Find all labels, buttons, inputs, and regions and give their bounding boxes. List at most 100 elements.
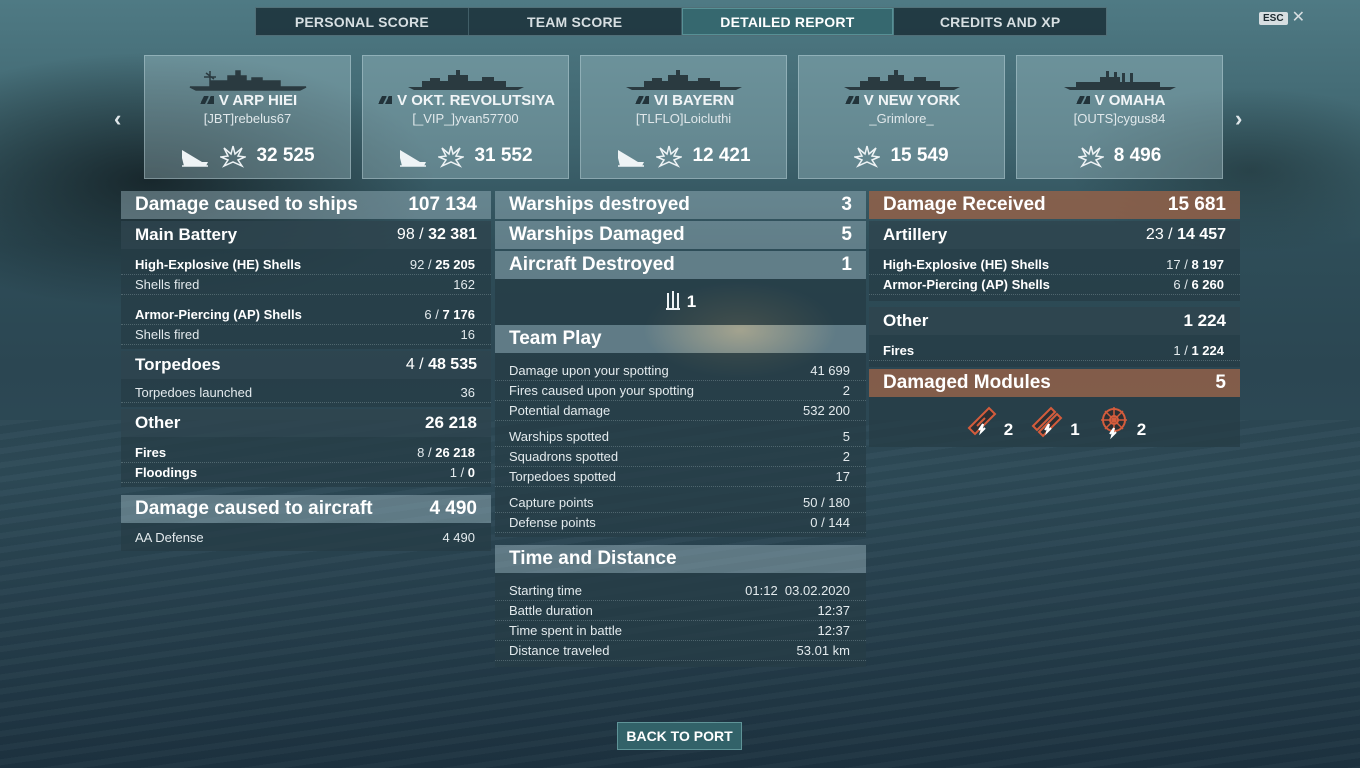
sunk-ship-icon <box>182 150 209 167</box>
player-name: [OUTS]cygus84 <box>1073 111 1166 126</box>
artillery-block: High-Explosive (HE) Shells 17 / 8 197 Arm… <box>869 249 1240 301</box>
section-title: Damage caused to aircraft <box>135 498 373 519</box>
team-play-header: Team Play <box>495 325 866 353</box>
aircraft-block: AA Defense 4 490 <box>121 523 491 551</box>
stat-row: AA Defense 4 490 <box>135 529 475 545</box>
stat-row: Defense points 0 / 144 <box>495 513 866 533</box>
aircraft-destroyed-icons: 1 <box>495 279 866 325</box>
team-play-block: Damage upon your spotting 41 699 Fires ca… <box>495 353 866 537</box>
section-total: 107 134 <box>408 194 477 215</box>
sunk-ship-icon <box>618 150 645 167</box>
cruiser-silhouette-icon <box>1063 71 1176 90</box>
section-total: 4 490 <box>429 498 477 519</box>
ship-class-icon <box>842 96 859 104</box>
player-name: _Grimlore_ <box>869 111 934 126</box>
module-item: 2 <box>963 404 1013 440</box>
battleship-silhouette-icon <box>407 70 524 90</box>
battleship-silhouette-icon <box>625 70 742 90</box>
esc-key-badge[interactable]: ESC <box>1259 11 1288 25</box>
section-title: Torpedoes <box>135 355 221 374</box>
aircraft-count: 1 <box>686 292 697 311</box>
ship-score: 8 496 <box>1113 145 1162 166</box>
ship-card[interactable]: VI BAYERN [TLFLO]Loicluthi 12 421 <box>580 55 787 179</box>
stat-row: Torpedoes launched 36 <box>121 383 491 403</box>
chevron-left-icon[interactable]: ‹ <box>114 106 121 132</box>
stat-row: Starting time 01:12 03.02.2020 <box>495 581 866 601</box>
section-title: Damaged Modules <box>883 372 1051 393</box>
hits-damage: 98 / 32 381 <box>396 226 477 243</box>
damage-burst-icon <box>1077 145 1104 168</box>
other-received-block: Fires 1 / 1 224 <box>869 335 1240 367</box>
section-title: Main Battery <box>135 225 238 244</box>
tab-personal-score[interactable]: PERSONAL SCORE <box>256 8 469 35</box>
ship-card[interactable]: V NEW YORK _Grimlore_ 15 549 <box>798 55 1005 179</box>
tab-detailed-report[interactable]: DETAILED REPORT <box>681 8 895 35</box>
module-item: 1 <box>1029 404 1080 440</box>
main-battery-turret-icon <box>967 406 997 436</box>
stat-row: Battle duration 12:37 <box>495 601 866 621</box>
section-title: Artillery <box>883 225 948 244</box>
report-tabs: PERSONAL SCORE TEAM SCORE DETAILED REPOR… <box>255 7 1107 36</box>
torpedoes-header: Torpedoes 4 / 48 535 <box>121 351 491 379</box>
damage-burst-icon <box>220 145 247 168</box>
torpedoes-block: Torpedoes launched 36 <box>121 379 491 407</box>
stat-row: Armor-Piercing (AP) Shells 6 / 7 176 <box>121 305 491 325</box>
stat-row: Time spent in battle 12:37 <box>495 621 866 641</box>
section-title: Damage caused to ships <box>135 194 358 215</box>
section-total: 26 218 <box>425 413 477 432</box>
damage-burst-icon <box>438 145 465 168</box>
ship-name: V OMAHA <box>1017 92 1222 109</box>
tab-credits-and-xp[interactable]: CREDITS AND XP <box>894 8 1106 35</box>
ship-class-icon <box>376 96 393 104</box>
stat-row: Shells fired 162 <box>121 275 491 295</box>
damage-burst-icon <box>854 145 881 168</box>
stat-row: Torpedoes spotted 17 <box>495 467 866 487</box>
section-total: 15 681 <box>1167 194 1226 215</box>
chevron-right-icon[interactable]: › <box>1235 106 1242 132</box>
close-icon[interactable]: ✕ <box>1292 10 1305 26</box>
ship-score: 12 421 <box>692 145 751 166</box>
section-title: Other <box>883 311 929 330</box>
score-row: 32 525 <box>145 144 350 168</box>
ship-card[interactable]: V OMAHA [OUTS]cygus84 8 496 <box>1016 55 1223 179</box>
battleship-silhouette-icon <box>189 70 306 91</box>
ship-name: VI BAYERN <box>581 92 786 109</box>
stat-row: Fires caused upon your spotting 2 <box>495 381 866 401</box>
damaged-modules-list: 2 1 2 <box>869 397 1240 447</box>
stat-row: Capture points 50 / 180 <box>495 493 866 513</box>
score-row: 12 421 <box>581 144 786 168</box>
damage-received-panel: Damage Received 15 681 Artillery 23 / 14… <box>869 191 1240 447</box>
stat-row: Armor-Piercing (AP) Shells 6 / 6 260 <box>869 275 1240 295</box>
ship-name: V OKT. REVOLUTSIYA <box>363 92 568 109</box>
stat-row: Distance traveled 53.01 km <box>495 641 866 661</box>
ship-class-icon <box>632 96 649 104</box>
stat-row: Shells fired 16 <box>121 325 491 345</box>
hits-damage: 23 / 14 457 <box>1145 226 1226 243</box>
tab-team-score[interactable]: TEAM SCORE <box>469 8 682 35</box>
module-count: 2 <box>1003 420 1014 439</box>
damage-aircraft-header: Damage caused to aircraft 4 490 <box>121 495 491 523</box>
stat-row: Warships spotted 5 <box>495 427 866 447</box>
artillery-header: Artillery 23 / 14 457 <box>869 221 1240 249</box>
section-total: 5 <box>1215 372 1226 393</box>
time-distance-header: Time and Distance <box>495 545 866 573</box>
other-received-header: Other 1 224 <box>869 307 1240 335</box>
section-title: Damage Received <box>883 194 1046 215</box>
esc-close-control[interactable]: ESC ✕ <box>1259 10 1305 26</box>
damage-received-header: Damage Received 15 681 <box>869 191 1240 219</box>
ship-card[interactable]: V ARP HIEI [JBT]rebelus67 32 525 <box>144 55 351 179</box>
player-name: [_VIP_]yvan57700 <box>412 111 519 126</box>
ship-card[interactable]: V OKT. REVOLUTSIYA [_VIP_]yvan57700 31 5… <box>362 55 569 179</box>
ship-score: 32 525 <box>256 145 315 166</box>
stat-row: Damage upon your spotting 41 699 <box>495 361 866 381</box>
other-header: Other 26 218 <box>121 409 491 437</box>
back-to-port-button[interactable]: BACK TO PORT <box>617 722 742 750</box>
module-count: 2 <box>1136 420 1147 439</box>
ship-class-icon <box>1073 96 1090 104</box>
damage-ships-header: Damage caused to ships 107 134 <box>121 191 491 219</box>
steering-gear-icon <box>1100 407 1127 440</box>
stat-row: High-Explosive (HE) Shells 92 / 25 205 <box>121 255 491 275</box>
score-row: 8 496 <box>1017 144 1222 168</box>
main-battery-block: High-Explosive (HE) Shells 92 / 25 205 Sh… <box>121 249 491 349</box>
time-distance-block: Starting time 01:12 03.02.2020 Battle dur… <box>495 573 866 667</box>
